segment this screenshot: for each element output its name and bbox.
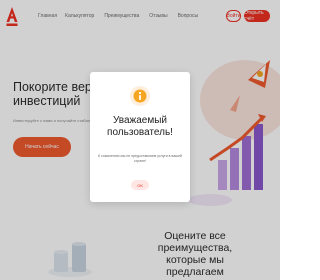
info-icon [130,86,150,106]
modal-title: Уважаемый пользователь! [107,115,173,138]
modal-message: К сожалению мы не предоставляем услуги в… [98,154,182,163]
modal-ok-button[interactable]: ОК [131,180,149,190]
notice-modal: Уважаемый пользователь! К сожалению мы н… [90,72,190,202]
